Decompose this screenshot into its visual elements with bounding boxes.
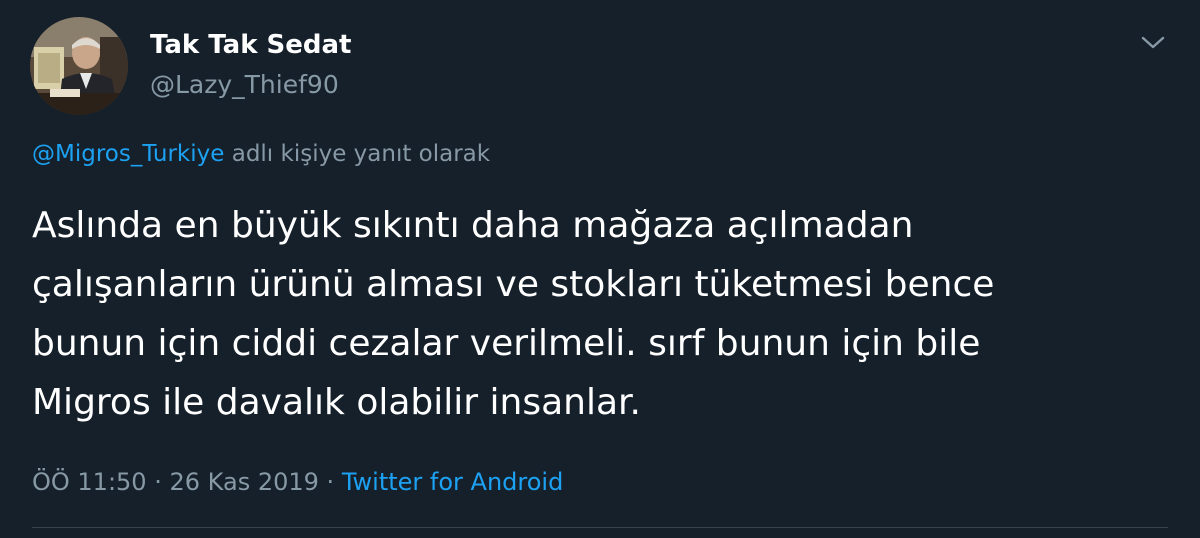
tweet-text-line: Aslında en büyük sıkıntı daha mağaza açı… — [32, 205, 914, 246]
tweet-text-line: Migros ile davalık olabilir insanlar. — [32, 382, 641, 423]
tweet-text-line: çalışanların ürünü alması ve stokları tü… — [32, 264, 995, 305]
tweet-time[interactable]: ÖÖ 11:50 — [32, 468, 147, 496]
reply-suffix: adlı kişiye yanıt olarak — [231, 141, 491, 167]
divider — [32, 527, 1168, 528]
tweet-menu-button[interactable] — [1138, 28, 1168, 58]
tweet-text-line: bunun için ciddi cezalar verilmeli. sırf… — [32, 323, 981, 364]
chevron-down-icon — [1141, 36, 1165, 49]
display-name[interactable]: Tak Tak Sedat — [150, 28, 352, 62]
meta-separator: · — [326, 468, 335, 496]
reply-mention-link[interactable]: @Migros_Turkiye — [32, 141, 224, 167]
tweet-date[interactable]: 26 Kas 2019 — [170, 468, 319, 496]
tweet-meta: ÖÖ 11:50 · 26 Kas 2019 · Twitter for And… — [32, 466, 563, 498]
tweet-card: Tak Tak Sedat @Lazy_Thief90 @Migros_Turk… — [0, 0, 1200, 538]
profile-photo-icon — [30, 17, 128, 115]
user-handle[interactable]: @Lazy_Thief90 — [150, 68, 339, 102]
reply-context: @Migros_Turkiye adlı kişiye yanıt olarak — [32, 138, 490, 170]
meta-separator: · — [154, 468, 162, 496]
avatar[interactable] — [30, 17, 128, 115]
tweet-source-link[interactable]: Twitter for Android — [342, 468, 563, 496]
tweet-text: Aslında en büyük sıkıntı daha mağaza açı… — [32, 196, 1172, 432]
